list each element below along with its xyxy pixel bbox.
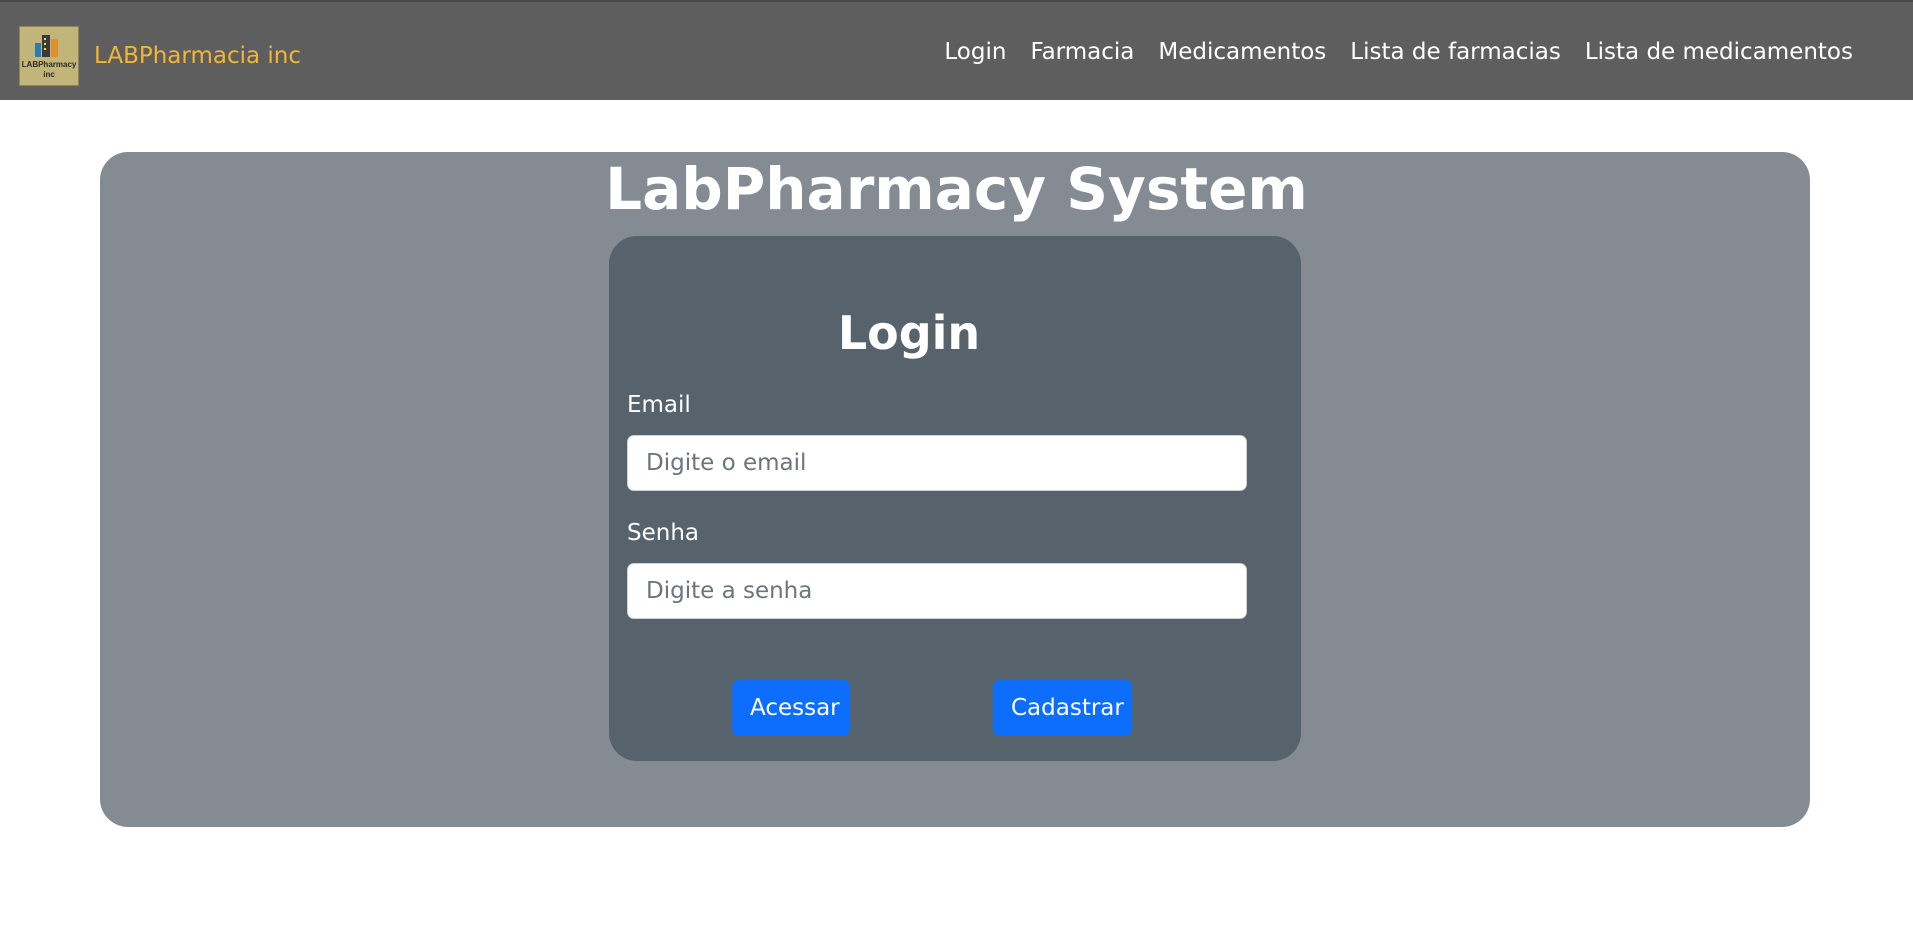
register-button[interactable]: Cadastrar [993, 680, 1132, 736]
password-field[interactable] [627, 563, 1247, 619]
logo-text-line1: LABPharmacy [22, 60, 77, 69]
nav-link-lista-farmacias[interactable]: Lista de farmacias [1350, 39, 1561, 65]
nav-link-farmacia[interactable]: Farmacia [1030, 39, 1134, 65]
brand-logo-icon: LABPharmacy inc [19, 26, 79, 86]
top-navbar: LABPharmacy inc LABPharmacia inc Login F… [0, 0, 1913, 100]
nav-link-medicamentos[interactable]: Medicamentos [1158, 39, 1326, 65]
nav-link-lista-medicamentos[interactable]: Lista de medicamentos [1585, 39, 1853, 65]
email-label: Email [627, 392, 691, 418]
page-title: LabPharmacy System [605, 155, 1308, 223]
logo-text-line2: inc [43, 70, 55, 79]
brand-name: LABPharmacia inc [94, 42, 301, 69]
login-submit-button[interactable]: Acessar [732, 680, 850, 736]
password-label: Senha [627, 520, 699, 546]
nav-links: Login Farmacia Medicamentos Lista de far… [920, 2, 1853, 102]
nav-link-login[interactable]: Login [944, 39, 1006, 65]
brand-link[interactable]: LABPharmacy inc LABPharmacia inc [19, 26, 301, 86]
email-field[interactable] [627, 435, 1247, 491]
login-title: Login [837, 306, 981, 360]
